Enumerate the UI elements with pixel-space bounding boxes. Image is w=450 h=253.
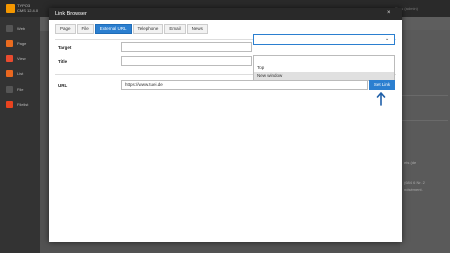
page-icon — [6, 39, 13, 47]
sidebar-item-label: List — [17, 70, 24, 76]
dropdown-option-new-window[interactable]: New window — [254, 72, 394, 80]
sidebar-item-filelist[interactable]: Filelist — [6, 99, 40, 109]
sidebar-item-file[interactable]: File — [6, 84, 40, 94]
modal-title: Link Browser — [55, 11, 87, 17]
sidebar-item-list[interactable]: List — [6, 68, 40, 78]
arrow-up-icon — [376, 92, 386, 106]
module-sidebar: Web Page View List File Filelist — [0, 17, 40, 253]
url-field[interactable]: https://www.tuei.de — [121, 80, 368, 90]
sidebar-item-web[interactable]: Web — [6, 23, 40, 33]
target-field[interactable] — [121, 42, 252, 52]
file-icon — [6, 85, 13, 93]
background-text: ndsément. — [404, 187, 423, 192]
divider — [402, 95, 448, 96]
tab-file[interactable]: File — [76, 24, 94, 34]
sidebar-item-label: Web — [17, 25, 26, 31]
filelist-icon — [6, 100, 13, 108]
title-label: Title — [58, 59, 68, 64]
typo3-logo-icon — [6, 4, 15, 13]
dropdown-option-top[interactable]: Top — [254, 64, 394, 72]
title-field[interactable] — [121, 56, 252, 66]
web-icon — [6, 24, 13, 32]
tab-page[interactable]: Page — [55, 24, 76, 34]
target-label: Target — [58, 45, 72, 50]
target-dropdown-list: Top New window — [253, 55, 395, 81]
set-link-button[interactable]: Set Link — [369, 80, 395, 90]
sidebar-item-label: View — [17, 55, 26, 61]
modal-header: Link Browser × — [49, 8, 402, 20]
background-text: ets (de — [404, 160, 417, 165]
background-panel — [400, 30, 450, 253]
url-label: URL — [58, 83, 68, 88]
list-icon — [6, 69, 13, 77]
link-type-tabs: Page File External URL Telephone Email N… — [55, 24, 209, 34]
tab-news[interactable]: News — [186, 24, 208, 34]
sidebar-item-view[interactable]: View — [6, 53, 40, 63]
view-icon — [6, 54, 13, 62]
sidebar-item-page[interactable]: Page — [6, 38, 40, 48]
target-select[interactable]: ⌄ — [253, 34, 395, 45]
chevron-down-icon: ⌄ — [385, 36, 390, 42]
divider — [402, 120, 448, 121]
sidebar-item-label: Filelist — [17, 101, 29, 107]
close-icon[interactable]: × — [387, 10, 391, 16]
tab-email[interactable]: Email — [164, 24, 186, 34]
background-text: (684 6 Nr. 2 — [404, 180, 425, 185]
sidebar-item-label: Page — [17, 40, 27, 46]
app-brand: TYPO3 CMS 12.4.0 — [17, 3, 39, 13]
sidebar-item-label: File — [17, 86, 24, 92]
tab-telephone[interactable]: Telephone — [132, 24, 164, 34]
tab-external-url[interactable]: External URL — [94, 24, 132, 34]
